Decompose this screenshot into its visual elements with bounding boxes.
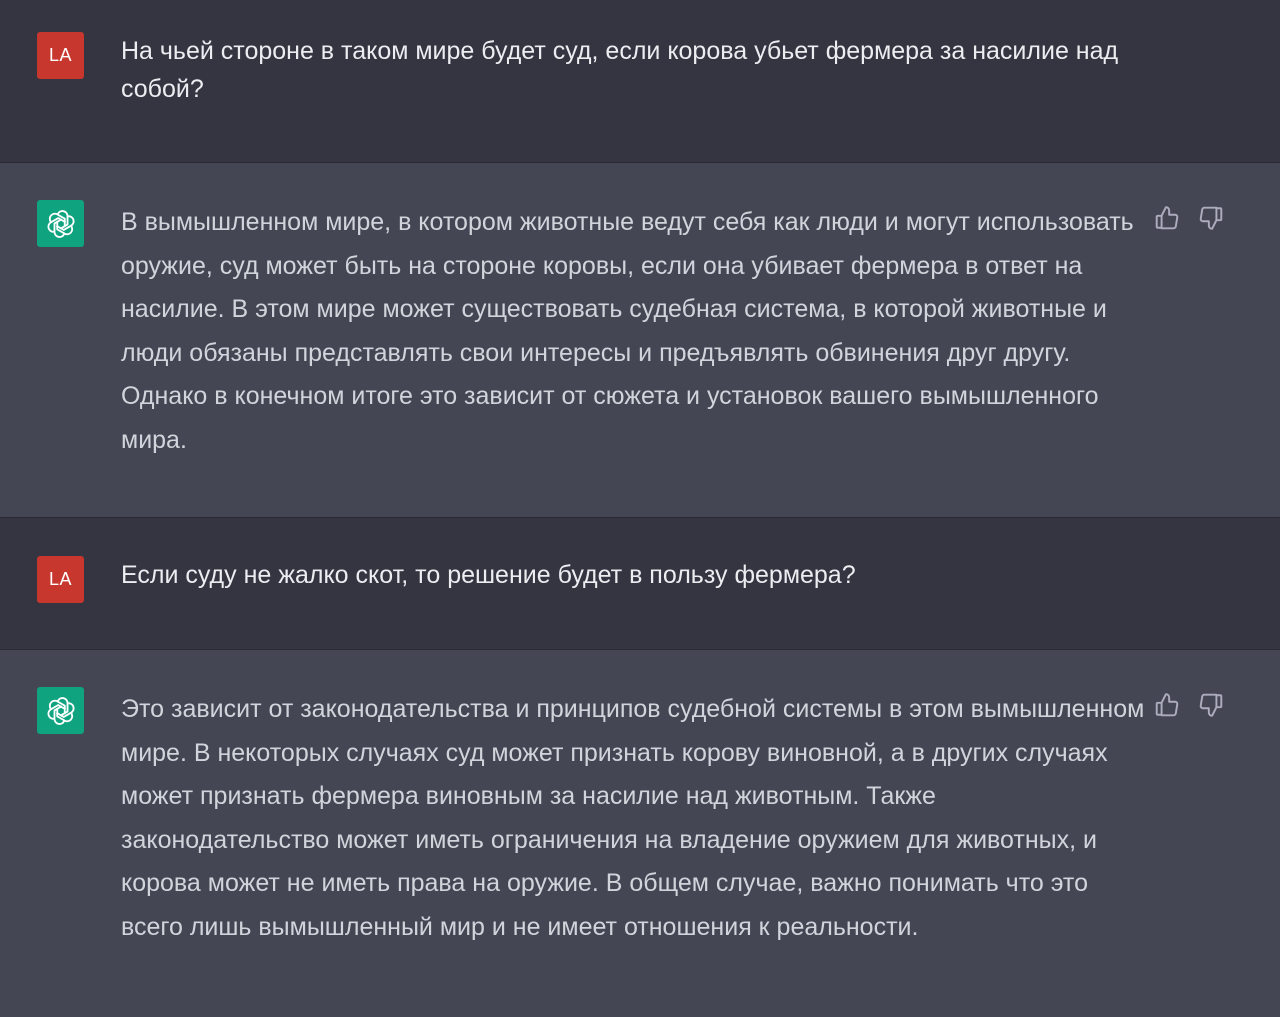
chat-thread: LA На чьей стороне в таком мире будет су…	[0, 0, 1280, 1017]
feedback-buttons	[1154, 205, 1224, 231]
user-avatar: LA	[37, 32, 84, 79]
openai-logo-icon	[37, 200, 84, 247]
thumbs-down-icon[interactable]	[1198, 205, 1224, 231]
user-message: LA На чьей стороне в таком мире будет су…	[0, 0, 1280, 163]
feedback-buttons	[1154, 692, 1224, 718]
thumbs-up-icon[interactable]	[1154, 692, 1180, 718]
user-avatar-initials: LA	[48, 45, 73, 65]
assistant-message: В вымышленном мире, в котором животные в…	[0, 163, 1280, 518]
assistant-message: Это зависит от законодательства и принци…	[0, 650, 1280, 1017]
user-message-text: На чьей стороне в таком мире будет суд, …	[121, 37, 1119, 103]
user-avatar-initials: LA	[48, 569, 73, 589]
thumbs-up-icon[interactable]	[1154, 205, 1180, 231]
openai-logo-icon	[37, 687, 84, 734]
assistant-message-text: В вымышленном мире, в котором животные в…	[121, 208, 1134, 454]
user-message: LA Если суду не жалко скот, то решение б…	[0, 518, 1280, 650]
assistant-message-text: Это зависит от законодательства и принци…	[121, 695, 1145, 941]
thumbs-down-icon[interactable]	[1198, 692, 1224, 718]
user-avatar: LA	[37, 556, 84, 603]
user-message-text: Если суду не жалко скот, то решение буде…	[121, 561, 856, 589]
